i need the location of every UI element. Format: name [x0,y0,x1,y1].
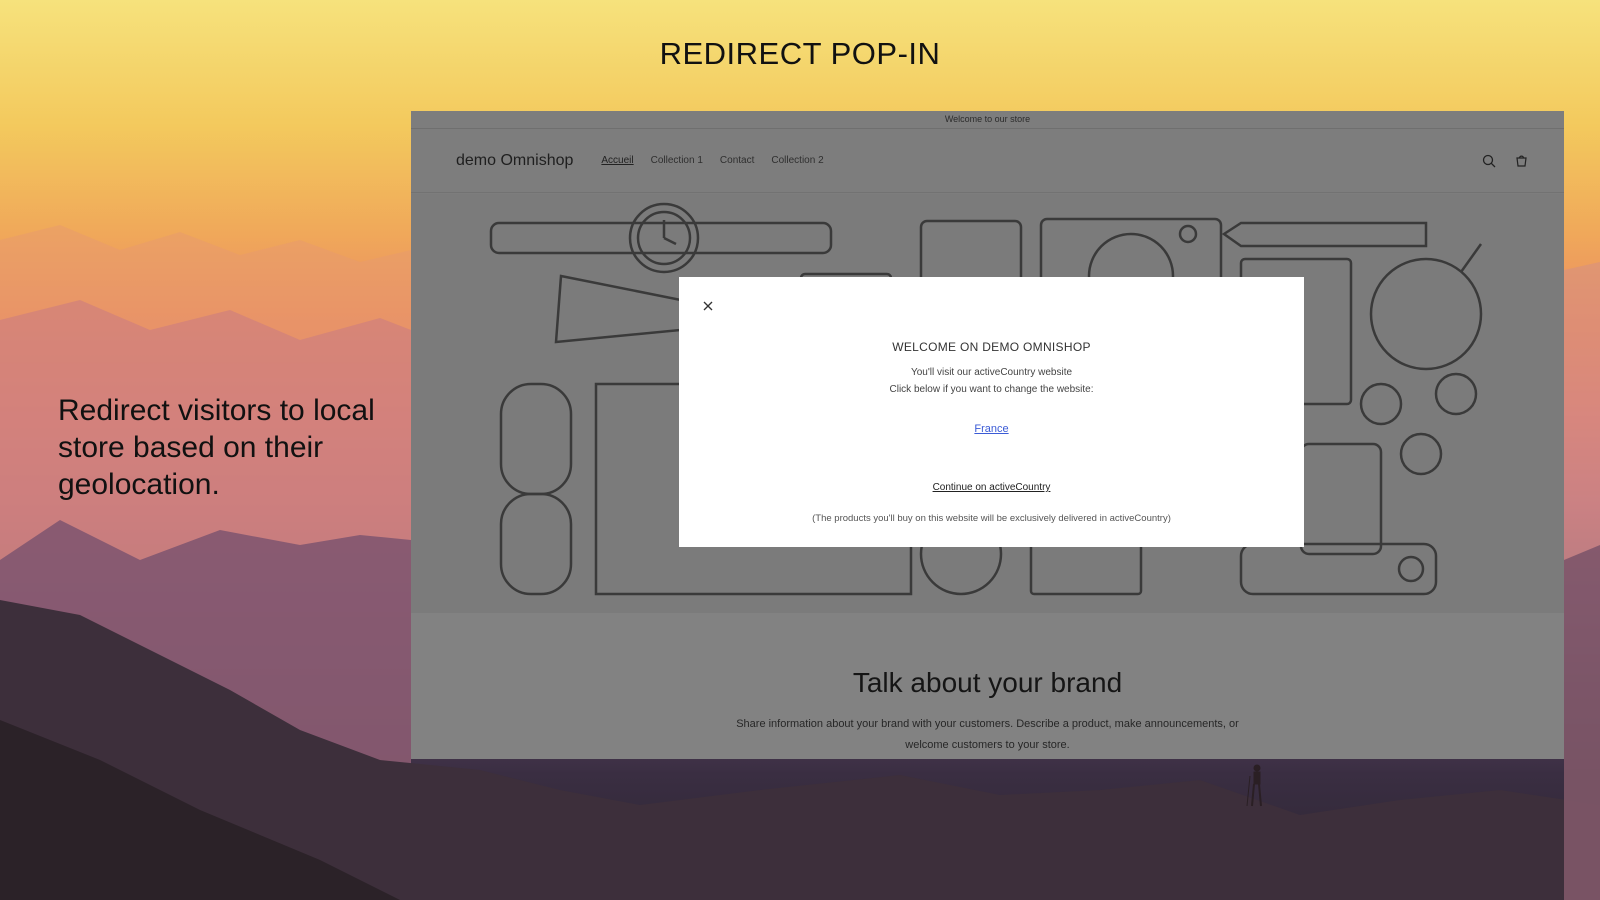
announcement-bar: Welcome to our store [411,111,1564,129]
slide-title: REDIRECT POP-IN [659,36,941,71]
sunglasses-illustration [499,382,573,596]
search-icon[interactable] [1480,152,1498,170]
country-link-france[interactable]: France [974,423,1008,435]
magnifier-illustration [1369,243,1483,371]
delivery-note: (The products you'll buy on this website… [812,513,1171,524]
popup-title: WELCOME ON DEMO OMNISHOP [892,340,1091,354]
nav-item-accueil[interactable]: Accueil [601,155,633,166]
store-logo[interactable]: demo Omnishop [456,152,573,170]
continue-link[interactable]: Continue on activeCountry [679,482,1304,493]
redirect-popup: WELCOME ON DEMO OMNISHOP You'll visit ou… [679,277,1304,547]
pencil-illustration [1221,221,1428,248]
popup-instruction: Click below if you want to change the we… [889,384,1094,395]
nav-item-contact[interactable]: Contact [720,155,754,166]
jar-illustration [1299,442,1383,556]
brand-section: Talk about your brand Share information … [411,613,1564,759]
header-icons [1480,152,1530,170]
brand-text: Share information about your brand with … [736,718,1239,751]
nav-item-collection-2[interactable]: Collection 2 [771,155,823,166]
brand-title: Talk about your brand [852,667,1123,698]
popup-message: You'll visit our activeCountry website [910,367,1073,378]
store-header: demo Omnishop Accueil Collection 1 Conta… [411,129,1564,193]
watch-illustration [489,202,833,274]
close-icon[interactable] [699,297,717,315]
wallet-illustration [1239,542,1438,596]
main-nav: Accueil Collection 1 Contact Collection … [601,155,823,166]
cart-icon[interactable] [1512,152,1530,170]
nav-item-collection-1[interactable]: Collection 1 [651,155,703,166]
book-illustration [1029,542,1143,596]
slide-caption: Redirect visitors to local store based o… [58,394,375,501]
tape-rolls-illustration [1359,372,1478,476]
